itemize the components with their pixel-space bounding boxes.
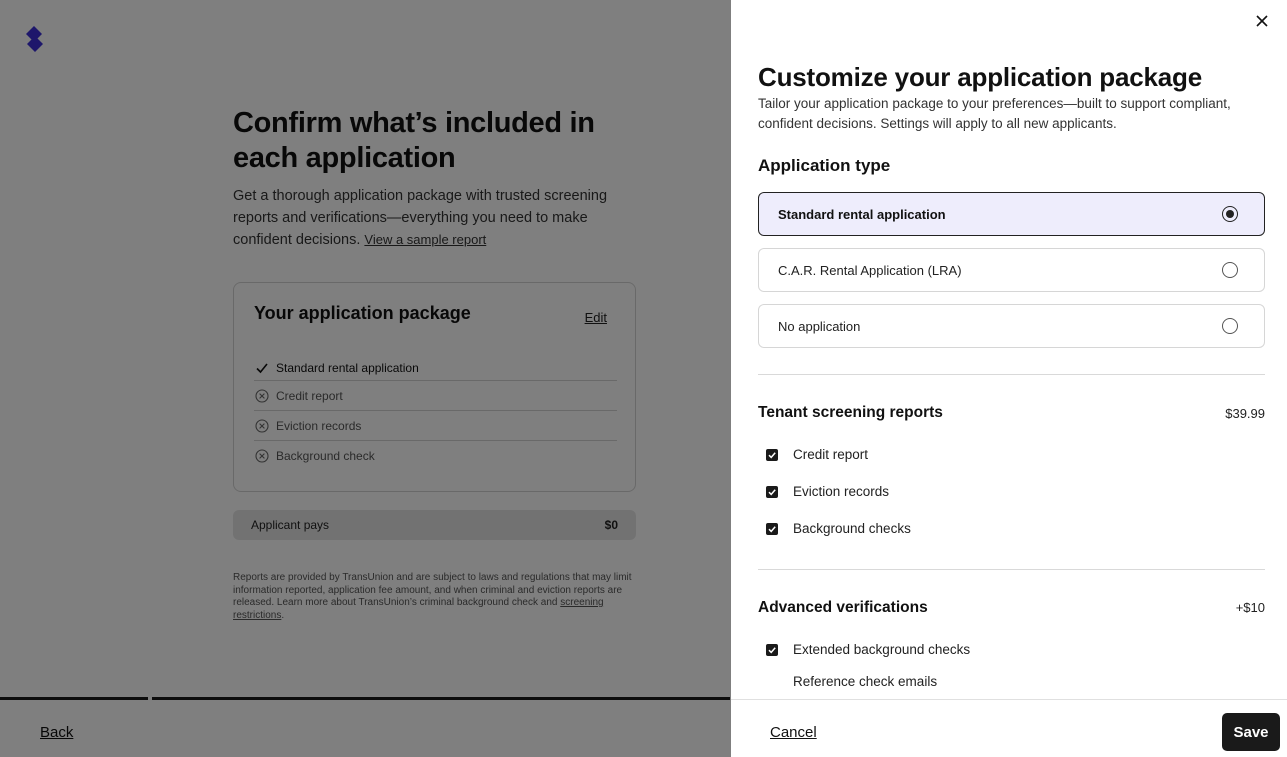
radio-unselected-icon[interactable] bbox=[1222, 318, 1238, 334]
checkbox-checked-icon[interactable] bbox=[766, 522, 778, 535]
radio-unselected-icon[interactable] bbox=[1222, 262, 1238, 278]
section-divider bbox=[758, 374, 1265, 375]
tenant-screening-heading: Tenant screening reports bbox=[758, 404, 943, 421]
radio-option-label: Standard rental application bbox=[778, 206, 946, 222]
checkbox-label: Eviction records bbox=[793, 484, 890, 499]
checkbox-label: Background checks bbox=[793, 521, 911, 536]
drawer-footer: Cancel Save bbox=[731, 699, 1287, 757]
checkbox-checked-icon[interactable] bbox=[766, 485, 778, 498]
checkbox-label: Reference check emails bbox=[793, 674, 938, 689]
checkbox-reference-check-emails[interactable]: Reference check emails bbox=[766, 674, 937, 689]
checkbox-label: Extended background checks bbox=[793, 642, 971, 657]
radio-selected-icon[interactable] bbox=[1222, 206, 1238, 222]
drawer-subtitle: Tailor your application package to your … bbox=[758, 96, 1231, 131]
checkbox-checked-icon[interactable] bbox=[766, 448, 778, 461]
radio-option-label: No application bbox=[778, 318, 861, 334]
close-drawer-button[interactable] bbox=[1253, 12, 1271, 30]
customize-package-drawer: Customize your application package Tailo… bbox=[731, 0, 1287, 757]
checkbox-label: Credit report bbox=[793, 447, 869, 462]
cancel-button[interactable]: Cancel bbox=[770, 724, 817, 741]
checkbox-background-checks[interactable]: Background checks bbox=[766, 521, 911, 536]
advanced-verifications-heading: Advanced verifications bbox=[758, 599, 928, 616]
checkbox-eviction-records[interactable]: Eviction records bbox=[766, 484, 889, 499]
drawer-scroll-area[interactable]: Customize your application package Tailo… bbox=[731, 0, 1287, 699]
radio-option-car-rental-application[interactable]: C.A.R. Rental Application (LRA) bbox=[758, 248, 1265, 292]
radio-option-standard-application[interactable]: Standard rental application bbox=[758, 192, 1265, 236]
checkbox-extended-background-checks[interactable]: Extended background checks bbox=[766, 642, 970, 657]
section-divider bbox=[758, 569, 1265, 570]
radio-option-no-application[interactable]: No application bbox=[758, 304, 1265, 348]
drawer-title: Customize your application package bbox=[758, 62, 1202, 92]
save-button[interactable]: Save bbox=[1222, 713, 1280, 751]
checkbox-unchecked-icon[interactable] bbox=[766, 676, 778, 688]
checkbox-credit-report[interactable]: Credit report bbox=[766, 447, 868, 462]
checkbox-checked-icon[interactable] bbox=[766, 643, 778, 656]
radio-option-label: C.A.R. Rental Application (LRA) bbox=[778, 262, 962, 278]
application-type-heading: Application type bbox=[758, 156, 891, 175]
close-icon bbox=[1256, 15, 1268, 27]
advanced-price: +$10 bbox=[1235, 600, 1265, 615]
screening-price: $39.99 bbox=[1225, 406, 1265, 421]
